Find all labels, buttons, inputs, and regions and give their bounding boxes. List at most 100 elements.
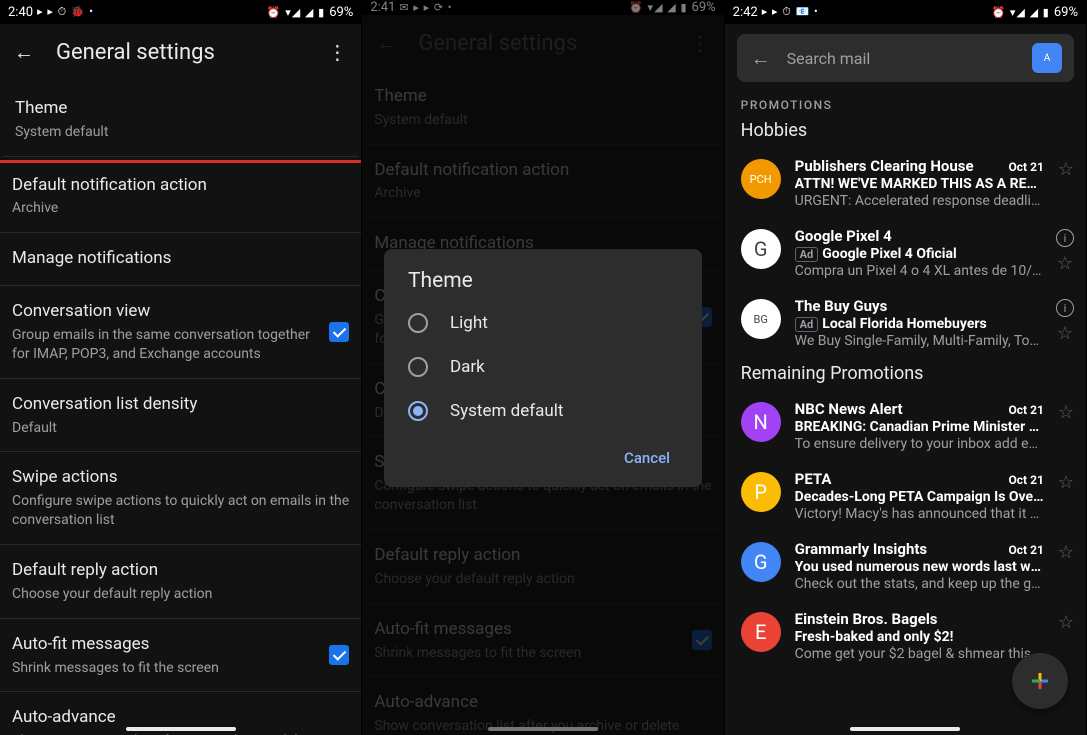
email-subject: You used numerous new words last week!	[795, 559, 1044, 575]
email-sender: PETA	[795, 470, 1001, 488]
app-bar: ← General settings ⋮	[0, 24, 361, 80]
email-preview: Compra un Pixel 4 o 4 XL antes de 10/27 …	[795, 263, 1042, 279]
nav-indicator	[126, 727, 236, 731]
sender-avatar: BG	[741, 299, 781, 339]
star-icon[interactable]: ☆	[1057, 253, 1073, 274]
dialog-title: Theme	[384, 269, 702, 301]
sender-avatar: N	[741, 402, 781, 442]
setting-item[interactable]: Manage notifications	[0, 233, 361, 286]
star-icon[interactable]: ☆	[1058, 159, 1074, 180]
sender-avatar: G	[741, 229, 781, 269]
status-battery: 69%	[329, 5, 353, 20]
email-sender: Einstein Bros. Bagels	[795, 610, 1044, 628]
email-preview: Check out the stats, and keep up the gre…	[795, 576, 1044, 592]
nav-indicator	[850, 727, 960, 731]
email-date: Oct 21	[1009, 160, 1044, 174]
phone-theme-dialog: 2:41 ✉ ▸ ▸ ⟳ • ⏰ ▾◢ ◢ ▮ 69% ← General se…	[362, 0, 724, 735]
setting-title: Swipe actions	[12, 466, 349, 490]
star-icon[interactable]: ☆	[1058, 542, 1074, 563]
sender-avatar: E	[741, 612, 781, 652]
heading-hobbies: Hobbies	[725, 116, 1086, 149]
overflow-icon[interactable]: ⋮	[325, 40, 349, 64]
setting-subtitle: Archive	[12, 199, 349, 218]
radio-label: Light	[450, 313, 488, 333]
email-row[interactable]: P PETA Oct 21 Decades-Long PETA Campaign Is…	[725, 462, 1086, 532]
setting-item[interactable]: Conversation list density Default	[0, 379, 361, 453]
sender-avatar: G	[741, 542, 781, 582]
email-date: Oct 21	[1009, 543, 1044, 557]
back-icon[interactable]: ←	[749, 46, 773, 70]
star-icon[interactable]: ☆	[1058, 612, 1074, 633]
heading-remaining: Remaining Promotions	[725, 359, 1086, 392]
email-row[interactable]: NNBC News AlertOct 21BREAKING: Canadian …	[725, 392, 1086, 462]
status-left-icons: ▸ ▸ ⏱ 🐞 •	[37, 5, 94, 19]
compose-fab[interactable]	[1012, 653, 1068, 709]
email-sender: The Buy Guys	[795, 297, 1042, 315]
search-bar[interactable]: ← Search mail A	[737, 34, 1074, 82]
checkbox-icon[interactable]	[329, 322, 349, 342]
status-time: 2:40	[8, 5, 33, 20]
email-date: Oct 21	[1009, 403, 1044, 417]
setting-title: Conversation list density	[12, 393, 349, 417]
email-row[interactable]: G Grammarly Insights Oct 21 You used numero…	[725, 532, 1086, 602]
email-row[interactable]: GGoogle Pixel 4AdGoogle Pixel 4 OficialC…	[725, 219, 1086, 289]
email-subject: BREAKING: Canadian Prime Minister Justin…	[795, 419, 1044, 435]
phone-inbox: 2:42 ▸ ▸ ⏱ 📧 • ⏰ ▾◢ ◢ ▮ 69% ← Search mai…	[725, 0, 1087, 735]
search-placeholder: Search mail	[787, 49, 1018, 68]
dialog-scrim[interactable]: Theme Light Dark System default Cancel	[362, 0, 723, 735]
email-sender: Publishers Clearing House	[795, 157, 1001, 175]
info-icon[interactable]: i	[1056, 229, 1074, 247]
account-avatar[interactable]: A	[1032, 43, 1062, 73]
star-icon[interactable]: ☆	[1057, 323, 1073, 344]
email-sender: Grammarly Insights	[795, 540, 1001, 558]
email-row[interactable]: BG The Buy GuysAdLocal Florida Homebuyers…	[725, 289, 1086, 359]
theme-option[interactable]: Dark	[384, 345, 702, 389]
email-preview: Victory! Macy's has announced that it wi…	[795, 506, 1044, 522]
setting-title: Theme	[15, 97, 346, 121]
status-right-icons: ⏰ ▾◢ ◢ ▮	[991, 6, 1049, 19]
setting-item[interactable]: Theme System default	[3, 83, 358, 157]
email-subject: AdLocal Florida Homebuyers	[795, 316, 1042, 332]
setting-title: Default notification action	[12, 174, 349, 198]
radio-icon	[408, 313, 428, 333]
status-right-icons: ⏰ ▾◢ ◢ ▮	[267, 6, 325, 19]
checkbox-icon[interactable]	[329, 645, 349, 665]
status-time: 2:42	[733, 5, 758, 20]
status-left-icons: ▸ ▸ ⏱ 📧 •	[762, 5, 819, 19]
back-icon[interactable]: ←	[12, 40, 36, 64]
theme-option[interactable]: Light	[384, 301, 702, 345]
radio-icon	[408, 401, 428, 421]
setting-subtitle: Choose your default reply action	[12, 585, 349, 604]
cancel-button[interactable]: Cancel	[612, 441, 682, 475]
radio-label: System default	[450, 401, 563, 421]
radio-icon	[408, 357, 428, 377]
setting-item[interactable]: Conversation viewGroup emails in the sam…	[0, 286, 361, 379]
setting-item[interactable]: Default notification actionArchive	[0, 160, 361, 234]
email-preview: Come get your $2 bagel & shmear this Tue…	[795, 646, 1044, 662]
setting-subtitle: Configure swipe actions to quickly act o…	[12, 492, 349, 530]
setting-title: Auto-fit messages	[12, 633, 317, 657]
email-preview: We Buy Single-Family, Multi-Family, Town…	[795, 333, 1042, 349]
theme-dialog: Theme Light Dark System default Cancel	[384, 249, 702, 487]
theme-option[interactable]: System default	[384, 389, 702, 433]
email-subject: AdGoogle Pixel 4 Oficial	[795, 246, 1042, 262]
email-date: Oct 21	[1009, 473, 1044, 487]
sender-avatar: PCH	[741, 159, 781, 199]
ad-badge: Ad	[795, 317, 819, 332]
email-row[interactable]: PCHPublishers Clearing HouseOct 21ATTN! …	[725, 149, 1086, 219]
email-subject: Decades-Long PETA Campaign Is Over: Macy…	[795, 489, 1044, 505]
email-subject: Fresh-baked and only $2!	[795, 629, 1044, 645]
status-battery: 69%	[1054, 5, 1078, 20]
star-icon[interactable]: ☆	[1058, 402, 1074, 423]
setting-subtitle: Default	[12, 419, 349, 438]
setting-item[interactable]: Swipe actionsConfigure swipe actions to …	[0, 452, 361, 545]
info-icon[interactable]: i	[1056, 299, 1074, 317]
setting-item[interactable]: Auto-fit messages Shrink messages to fit …	[0, 619, 361, 693]
settings-list[interactable]: Theme System default Default notification …	[0, 80, 361, 735]
sender-avatar: P	[741, 472, 781, 512]
setting-subtitle: Group emails in the same conversation to…	[12, 326, 317, 364]
setting-subtitle: Shrink messages to fit the screen	[12, 659, 317, 678]
setting-subtitle: System default	[15, 123, 346, 142]
setting-item[interactable]: Default reply actionChoose your default …	[0, 545, 361, 619]
star-icon[interactable]: ☆	[1058, 472, 1074, 493]
